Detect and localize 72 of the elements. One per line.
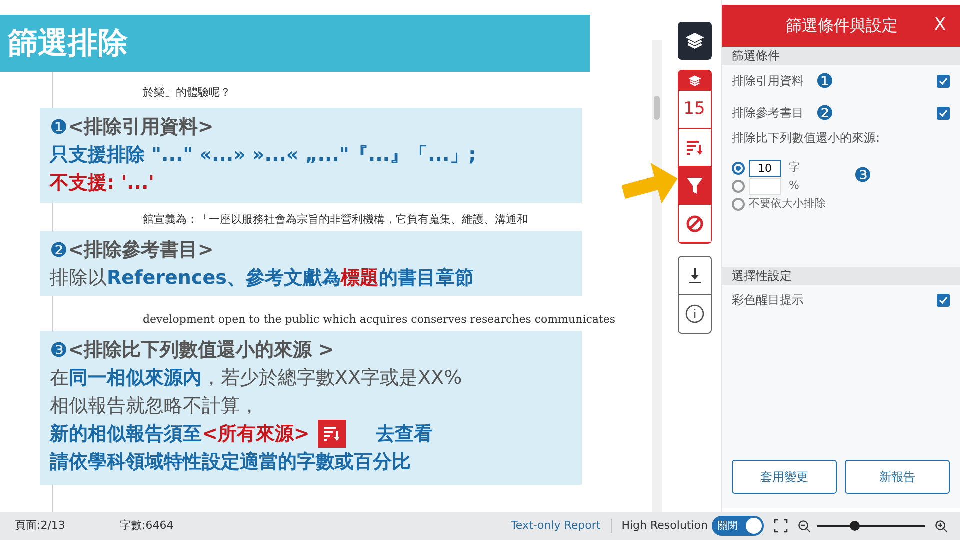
callout-text: 去查看 xyxy=(376,422,433,447)
number-label: ❶ xyxy=(50,114,68,141)
sort-icon xyxy=(686,140,702,154)
callout-text: 排除以 xyxy=(50,266,107,291)
sort-icon xyxy=(324,427,340,441)
number-label: ❸ xyxy=(854,163,872,187)
check-icon xyxy=(939,76,948,86)
layers-button[interactable] xyxy=(678,22,712,60)
callout-text: ，若少於總字數XX字或是XX% xyxy=(202,366,462,391)
callout-text: <所有來源> xyxy=(202,422,310,447)
panel-title: 篩選條件與設定 xyxy=(786,15,898,37)
document-text: development open to the public which acquires conserves researches communicates xyxy=(143,313,616,327)
section-header: 選擇性設定 xyxy=(722,267,960,285)
info-icon xyxy=(684,304,704,324)
size-field[interactable] xyxy=(749,178,781,194)
filter-icon xyxy=(686,176,704,194)
number-label: ❶ xyxy=(816,68,834,95)
prohibited-icon xyxy=(686,214,704,232)
radio-button[interactable] xyxy=(732,198,745,210)
action-button[interactable]: 新報告 xyxy=(845,460,950,494)
callout-text: 相似報告就忽略不計算， xyxy=(50,394,259,419)
callout-text: References、參考文獻為 xyxy=(107,266,341,291)
high-resolution-label: High Resolution xyxy=(622,518,708,534)
radio-label: 不要依大小排除 xyxy=(749,196,826,212)
zoom-in-icon[interactable] xyxy=(935,520,948,532)
filter-button[interactable] xyxy=(678,167,710,205)
callout-heading: <排除參考書目> xyxy=(68,238,214,263)
option-label: 排除引用資料 xyxy=(732,73,804,90)
checkbox[interactable] xyxy=(937,106,950,120)
word-count: 字數:6464 xyxy=(120,518,174,534)
slide-title: 篩選排除 xyxy=(0,15,590,72)
size-field[interactable]: 10 xyxy=(749,160,781,176)
zoom-out-icon[interactable] xyxy=(798,520,811,532)
check-icon xyxy=(939,296,948,304)
callout-text: 新的相似報告須至 xyxy=(50,422,202,447)
radio-button[interactable] xyxy=(732,162,745,174)
action-button[interactable]: 套用變更 xyxy=(732,460,837,494)
zoom-slider[interactable] xyxy=(817,520,925,532)
callout-text: 在 xyxy=(50,366,69,391)
callout-text: 不支援: '...' xyxy=(50,171,154,196)
callout-text: 只支援排除 "..." «...» »...« „..."『...』「...」; xyxy=(50,143,476,168)
close-button[interactable]: X xyxy=(934,13,946,39)
checkbox[interactable] xyxy=(937,294,950,306)
document-text: 館宣義為：「一座以服務社會為宗旨的非營利機構，它負有蒐集、維護、溝通和 xyxy=(143,213,528,227)
section-header: 篩選條件 xyxy=(722,47,960,65)
fullscreen-icon[interactable] xyxy=(774,519,788,533)
checkbox[interactable] xyxy=(937,74,950,88)
option-label: 彩色醒目提示 xyxy=(732,292,804,309)
callout-text: 標題 xyxy=(340,266,379,291)
toggle-switch[interactable]: 關閉 xyxy=(712,516,764,536)
radio-button[interactable] xyxy=(732,180,745,192)
number-label: ❷ xyxy=(50,237,68,264)
callout-text: 同一相似來源內 xyxy=(69,366,202,391)
unit-label: % xyxy=(789,178,800,194)
unit-label: 字 xyxy=(789,160,800,176)
callout-text: 請依學科領域特性設定適當的字數或百分比 xyxy=(50,450,411,475)
option-label: 排除比下列數值還小的來源: xyxy=(731,130,882,147)
callout-text: 的書目章節 xyxy=(378,266,474,291)
slider-thumb[interactable] xyxy=(850,521,860,531)
layers-icon xyxy=(688,75,700,87)
callout-heading: <排除比下列數值還小的來源 > xyxy=(68,338,334,363)
download-icon xyxy=(688,268,702,284)
document-text: 於樂」的體驗呢？ xyxy=(143,86,231,100)
number-label: ❸ xyxy=(50,337,68,364)
option-label: 排除參考書目 xyxy=(732,105,804,122)
text-only-report-link[interactable]: Text-only Report xyxy=(511,518,601,534)
page-count: 頁面:2/13 xyxy=(15,518,66,534)
number-label: ❷ xyxy=(816,100,834,127)
scrollbar-thumb[interactable] xyxy=(654,96,660,120)
callout-heading: <排除引用資料> xyxy=(68,115,214,140)
check-icon xyxy=(939,108,948,118)
layers-icon xyxy=(686,32,704,50)
